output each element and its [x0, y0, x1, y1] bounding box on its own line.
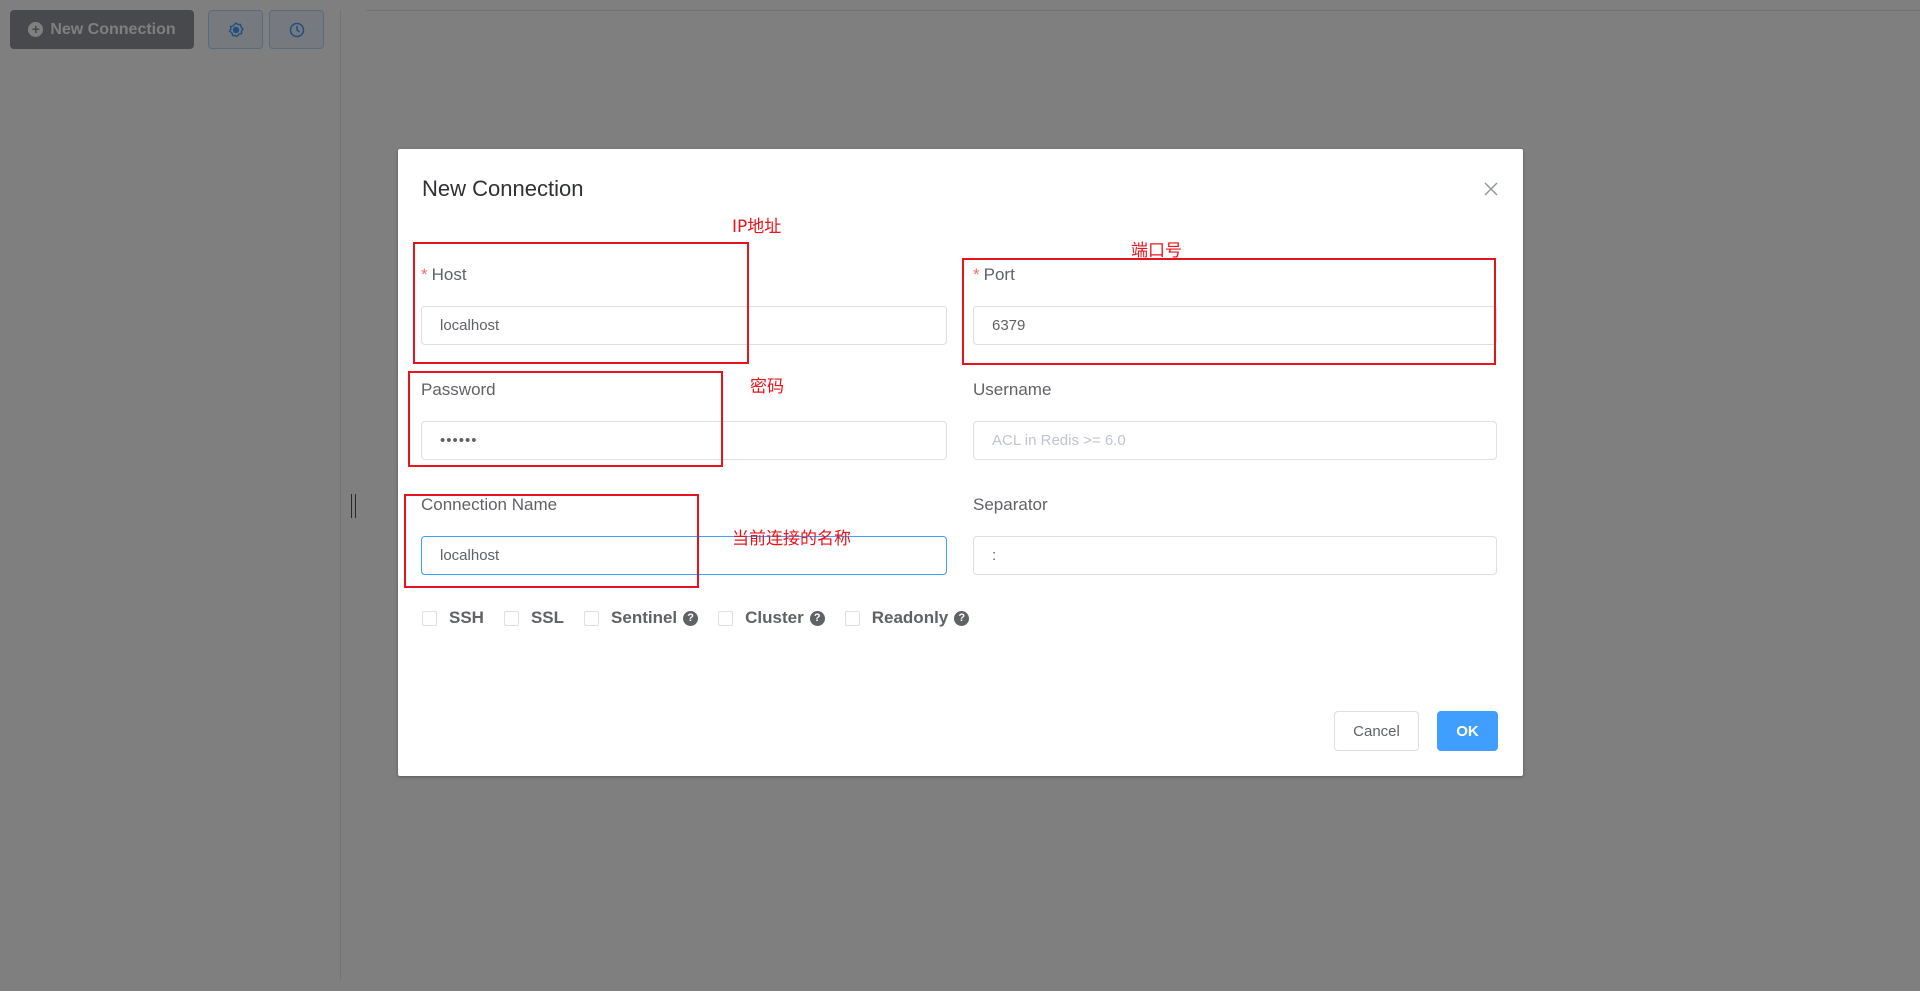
close-icon: [1484, 182, 1498, 196]
checkbox-box[interactable]: [718, 610, 734, 626]
ok-button[interactable]: OK: [1437, 711, 1498, 751]
dialog-title: New Connection: [422, 176, 584, 201]
separator-input[interactable]: [973, 536, 1497, 575]
connection-name-label: Connection Name: [421, 495, 558, 514]
readonly-label: Readonly: [871, 608, 949, 627]
help-icon[interactable]: ?: [683, 610, 699, 626]
separator-label: Separator: [973, 495, 1048, 514]
host-label: * Host: [421, 265, 467, 285]
checkbox-box[interactable]: [503, 610, 519, 626]
checkbox-box[interactable]: [844, 610, 860, 626]
sentinel-checkbox[interactable]: Sentinel ?: [584, 608, 699, 628]
port-label: * Port: [973, 265, 1015, 285]
checkbox-box[interactable]: [584, 610, 600, 626]
annotation-connection-name: 当前连接的名称: [732, 529, 851, 549]
username-label: Username: [973, 380, 1052, 399]
annotation-host: IP地址: [732, 217, 782, 237]
host-label-text: Host: [431, 265, 467, 284]
checkbox-box[interactable]: [422, 610, 437, 626]
help-icon[interactable]: ?: [809, 610, 825, 626]
required-mark: *: [421, 265, 428, 284]
cluster-label: Cluster: [745, 608, 804, 627]
close-button[interactable]: [1481, 179, 1501, 199]
cluster-checkbox[interactable]: Cluster ?: [718, 608, 825, 628]
sentinel-label: Sentinel: [611, 608, 678, 627]
connection-options: SSH SSL Sentinel ? Cluster ? Readonly ?: [422, 608, 989, 628]
ssh-checkbox[interactable]: SSH: [422, 608, 484, 628]
readonly-checkbox[interactable]: Readonly ?: [844, 608, 970, 628]
username-input[interactable]: [973, 421, 1497, 460]
cancel-button[interactable]: Cancel: [1334, 711, 1419, 751]
password-label: Password: [421, 380, 496, 399]
password-input[interactable]: [421, 421, 947, 460]
annotation-password: 密码: [750, 377, 784, 397]
help-icon[interactable]: ?: [954, 610, 970, 626]
host-input[interactable]: [421, 306, 947, 345]
ssl-checkbox[interactable]: SSL: [503, 608, 565, 628]
ssl-label: SSL: [530, 608, 565, 627]
required-mark: *: [973, 265, 980, 284]
connection-name-input[interactable]: [421, 536, 947, 575]
port-input[interactable]: [973, 306, 1497, 345]
annotation-port: 端口号: [1131, 241, 1182, 261]
port-label-text: Port: [983, 265, 1015, 284]
ssh-label: SSH: [449, 608, 484, 627]
new-connection-dialog: New Connection *Host *Port Password User…: [398, 149, 1523, 776]
